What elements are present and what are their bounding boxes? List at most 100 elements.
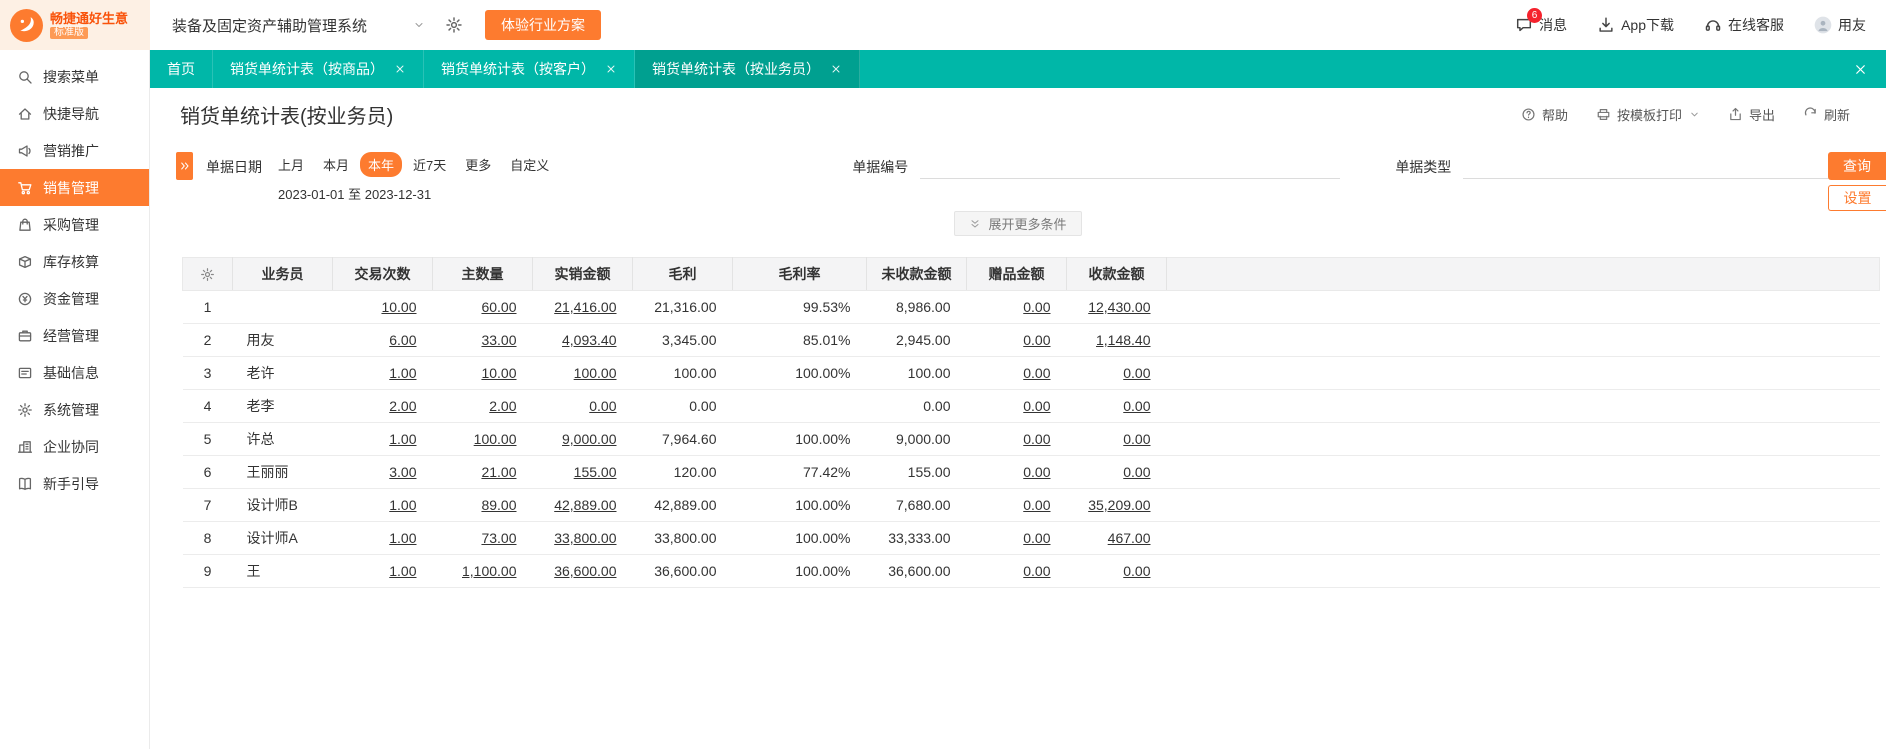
tab-close-icon[interactable]	[830, 63, 842, 75]
drilldown-link[interactable]: 2.00	[489, 398, 516, 414]
drilldown-link[interactable]: 42,889.00	[554, 497, 616, 513]
drilldown-link[interactable]: 0.00	[1023, 365, 1050, 381]
drilldown-link[interactable]: 10.00	[481, 365, 516, 381]
collapse-panel-button[interactable]	[176, 152, 193, 180]
drilldown-link[interactable]: 1,100.00	[462, 563, 517, 579]
column-header[interactable]: 收款金额	[1066, 257, 1167, 291]
topbar-action-online-service[interactable]: 在线客服	[1704, 15, 1784, 35]
drilldown-link[interactable]: 0.00	[1123, 563, 1150, 579]
value-cell: 1,100.00	[432, 554, 533, 588]
drilldown-link[interactable]: 35,209.00	[1088, 497, 1150, 513]
tab-report-by-customer[interactable]: 销货单统计表（按客户）	[424, 50, 635, 88]
tab-home[interactable]: 首页	[150, 50, 213, 88]
drilldown-link[interactable]: 36,600.00	[554, 563, 616, 579]
drilldown-link[interactable]: 0.00	[1023, 398, 1050, 414]
drilldown-link[interactable]: 6.00	[389, 332, 416, 348]
date-quick-last-7-days[interactable]: 近7天	[405, 152, 454, 177]
toolbar-help-button[interactable]: 帮助	[1521, 105, 1568, 124]
system-select[interactable]: 装备及固定资产辅助管理系统	[172, 15, 425, 36]
sidebar-item-guide[interactable]: 新手引导	[0, 465, 149, 502]
drilldown-link[interactable]: 2.00	[389, 398, 416, 414]
column-header[interactable]: 赠品金额	[966, 257, 1067, 291]
sidebar-item-system[interactable]: 系统管理	[0, 391, 149, 428]
drilldown-link[interactable]: 1.00	[389, 365, 416, 381]
topbar-action-messages[interactable]: 6 消息	[1515, 8, 1567, 35]
drilldown-link[interactable]: 0.00	[589, 398, 616, 414]
expand-more-conditions-button[interactable]: 展开更多条件	[954, 211, 1082, 236]
drilldown-link[interactable]: 0.00	[1023, 497, 1050, 513]
column-header[interactable]: 业务员	[232, 257, 333, 291]
drilldown-link[interactable]: 73.00	[481, 530, 516, 546]
date-quick-more[interactable]: 更多	[457, 152, 499, 177]
date-quick-this-year[interactable]: 本年	[360, 152, 403, 177]
doc-type-select[interactable]	[1463, 152, 1844, 179]
date-quick-this-month[interactable]: 本月	[315, 152, 357, 177]
drilldown-link[interactable]: 1.00	[389, 431, 416, 447]
drilldown-link[interactable]: 12,430.00	[1088, 299, 1150, 315]
sidebar-item-sales[interactable]: 销售管理	[0, 169, 149, 206]
search-button[interactable]: 查询	[1828, 152, 1886, 180]
trial-industry-plan-button[interactable]: 体验行业方案	[485, 10, 602, 40]
tab-report-by-product[interactable]: 销货单统计表（按商品）	[213, 50, 424, 88]
tab-close-icon[interactable]	[605, 63, 617, 75]
date-quick-last-month[interactable]: 上月	[270, 152, 312, 177]
column-header[interactable]: 实销金额	[532, 257, 633, 291]
drilldown-link[interactable]: 1.00	[389, 563, 416, 579]
column-header[interactable]: 交易次数	[332, 257, 433, 291]
sidebar-item-inventory[interactable]: 库存核算	[0, 243, 149, 280]
sidebar-item-marketing[interactable]: 营销推广	[0, 132, 149, 169]
toolbar-refresh-button[interactable]: 刷新	[1803, 105, 1850, 124]
close-all-tabs-button[interactable]	[1835, 50, 1886, 88]
drilldown-link[interactable]: 1.00	[389, 530, 416, 546]
toolbar-print-by-template-button[interactable]: 按模板打印	[1596, 105, 1700, 124]
drilldown-link[interactable]: 9,000.00	[562, 431, 617, 447]
drilldown-link[interactable]: 1,148.40	[1096, 332, 1151, 348]
toolbar-export-button[interactable]: 导出	[1728, 105, 1775, 124]
sidebar-item-funds[interactable]: 资金管理	[0, 280, 149, 317]
drilldown-link[interactable]: 0.00	[1023, 299, 1050, 315]
sidebar-item-purchase[interactable]: 采购管理	[0, 206, 149, 243]
topbar-action-app-download[interactable]: App下载	[1597, 15, 1674, 35]
drilldown-link[interactable]: 1.00	[389, 497, 416, 513]
drilldown-link[interactable]: 467.00	[1108, 530, 1151, 546]
drilldown-link[interactable]: 33.00	[481, 332, 516, 348]
drilldown-link[interactable]: 60.00	[481, 299, 516, 315]
drilldown-link[interactable]: 100.00	[574, 365, 617, 381]
drilldown-link[interactable]: 21,416.00	[554, 299, 616, 315]
drilldown-link[interactable]: 0.00	[1123, 464, 1150, 480]
drilldown-link[interactable]: 155.00	[574, 464, 617, 480]
column-settings-cell[interactable]	[182, 257, 233, 291]
date-range-value[interactable]: 2023-01-01 至 2023-12-31	[270, 184, 557, 203]
drilldown-link[interactable]: 3.00	[389, 464, 416, 480]
drilldown-link[interactable]: 100.00	[474, 431, 517, 447]
drilldown-link[interactable]: 4,093.40	[562, 332, 617, 348]
drilldown-link[interactable]: 0.00	[1123, 365, 1150, 381]
settings-button[interactable]: 设置	[1828, 185, 1886, 211]
column-header[interactable]: 未收款金额	[866, 257, 967, 291]
drilldown-link[interactable]: 33,800.00	[554, 530, 616, 546]
drilldown-link[interactable]: 89.00	[481, 497, 516, 513]
topbar-action-user[interactable]: 用友	[1814, 15, 1866, 35]
date-quick-custom[interactable]: 自定义	[502, 152, 557, 177]
sidebar-item-collaboration[interactable]: 企业协同	[0, 428, 149, 465]
drilldown-link[interactable]: 0.00	[1023, 563, 1050, 579]
drilldown-link[interactable]: 0.00	[1123, 398, 1150, 414]
tab-close-icon[interactable]	[394, 63, 406, 75]
drilldown-link[interactable]: 21.00	[481, 464, 516, 480]
column-header[interactable]: 毛利率	[732, 257, 867, 291]
sidebar-item-base-info[interactable]: 基础信息	[0, 354, 149, 391]
drilldown-link[interactable]: 0.00	[1023, 464, 1050, 480]
doc-no-input[interactable]	[920, 152, 1341, 179]
column-header[interactable]: 毛利	[632, 257, 733, 291]
tab-report-by-salesperson[interactable]: 销货单统计表（按业务员）	[635, 50, 860, 88]
settings-gear-icon[interactable]	[445, 16, 463, 34]
drilldown-link[interactable]: 0.00	[1023, 431, 1050, 447]
sidebar-item-operations[interactable]: 经营管理	[0, 317, 149, 354]
drilldown-link[interactable]: 10.00	[381, 299, 416, 315]
drilldown-link[interactable]: 0.00	[1023, 332, 1050, 348]
column-header[interactable]: 主数量	[432, 257, 533, 291]
sidebar-item-quick-nav[interactable]: 快捷导航	[0, 95, 149, 132]
sidebar-item-search-menu[interactable]: 搜索菜单	[0, 58, 149, 95]
drilldown-link[interactable]: 0.00	[1023, 530, 1050, 546]
drilldown-link[interactable]: 0.00	[1123, 431, 1150, 447]
